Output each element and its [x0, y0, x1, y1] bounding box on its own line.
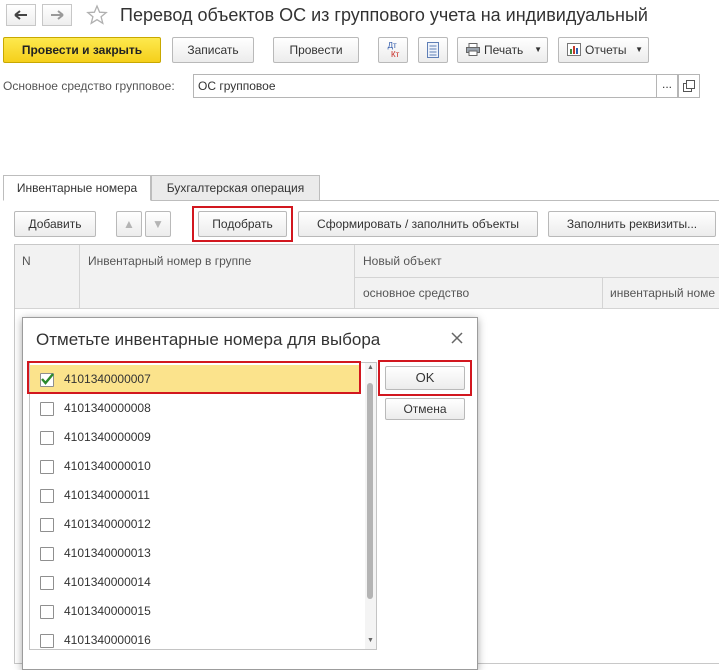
generate-objects-button[interactable]: Сформировать / заполнить объекты: [298, 211, 538, 237]
column-header-new-object[interactable]: Новый объект: [363, 254, 442, 268]
arrow-right-icon: [51, 10, 64, 20]
fill-properties-button[interactable]: Заполнить реквизиты...: [548, 211, 716, 237]
tab-accounting-operation[interactable]: Бухгалтерская операция: [151, 175, 320, 201]
list-item[interactable]: 4101340000012: [30, 510, 360, 539]
item-number: 4101340000015: [64, 604, 151, 618]
add-button[interactable]: Добавить: [14, 211, 96, 237]
report-chart-icon: [567, 43, 581, 56]
list-item[interactable]: 4101340000011: [30, 481, 360, 510]
list-item[interactable]: 4101340000010: [30, 452, 360, 481]
list-item[interactable]: 4101340000008: [30, 394, 360, 423]
arrow-up-icon: ▲: [123, 217, 135, 231]
item-number: 4101340000012: [64, 517, 151, 531]
chevron-down-icon: ▼: [534, 45, 542, 54]
page-title: Перевод объектов ОС из группового учета …: [120, 5, 648, 25]
item-number: 4101340000010: [64, 459, 151, 473]
item-number: 4101340000013: [64, 546, 151, 560]
checkbox[interactable]: [40, 402, 54, 416]
checkbox[interactable]: [40, 547, 54, 561]
checkbox[interactable]: [40, 605, 54, 619]
close-icon: [451, 332, 463, 344]
save-button[interactable]: Записать: [172, 37, 254, 63]
print-button[interactable]: Печать ▼: [457, 37, 548, 63]
list-item[interactable]: 4101340000009: [30, 423, 360, 452]
list-item[interactable]: 4101340000014: [30, 568, 360, 597]
column-header-inv-number[interactable]: инвентарный номе: [610, 286, 715, 300]
dialog-title: Отметьте инвентарные номера для выбора: [36, 330, 381, 349]
item-number: 4101340000009: [64, 430, 151, 444]
back-button[interactable]: [6, 4, 36, 26]
tab-inventory-numbers[interactable]: Инвентарные номера: [3, 175, 151, 201]
group-asset-input[interactable]: ОС групповое: [193, 74, 657, 98]
move-down-button[interactable]: ▼: [145, 211, 171, 237]
checkbox[interactable]: [40, 460, 54, 474]
scrollbar-thumb[interactable]: [367, 383, 373, 599]
favorite-star-icon[interactable]: [86, 4, 110, 26]
select-dialog: Отметьте инвентарные номера для выбора 4…: [22, 317, 478, 670]
printer-icon: [466, 43, 480, 56]
cancel-button[interactable]: Отмена: [385, 398, 465, 420]
move-up-button[interactable]: ▲: [116, 211, 142, 237]
list-item[interactable]: 4101340000015: [30, 597, 360, 626]
first-item-highlight: [27, 361, 361, 394]
open-button[interactable]: [678, 74, 700, 98]
checkbox[interactable]: [40, 634, 54, 648]
inventory-number-list: 4101340000007 4101340000008 410134000000…: [29, 362, 377, 650]
arrow-left-icon: [14, 10, 27, 20]
post-and-close-button[interactable]: Провести и закрыть: [3, 37, 161, 63]
column-header-asset[interactable]: основное средство: [363, 286, 469, 300]
list-item[interactable]: 4101340000016: [30, 626, 360, 649]
scroll-down-icon[interactable]: ▼: [367, 637, 374, 644]
document-list-icon: [427, 42, 439, 58]
dt-kt-button[interactable]: Дт Кт: [378, 37, 408, 63]
item-number: 4101340000011: [64, 488, 150, 502]
dt-kt-icon: Дт Кт: [387, 41, 400, 59]
close-button[interactable]: [447, 328, 467, 348]
structure-button[interactable]: [418, 37, 448, 63]
item-number: 4101340000008: [64, 401, 151, 415]
checkbox[interactable]: [40, 518, 54, 532]
checkbox[interactable]: [40, 489, 54, 503]
checkbox[interactable]: [40, 576, 54, 590]
scroll-up-icon[interactable]: ▲: [367, 364, 374, 371]
select-button[interactable]: ...: [656, 74, 678, 98]
item-number: 4101340000014: [64, 575, 151, 589]
item-number: 4101340000016: [64, 633, 151, 647]
group-asset-label: Основное средство групповое:: [3, 79, 175, 93]
reports-button[interactable]: Отчеты ▼: [558, 37, 649, 63]
pick-button-highlight: [192, 206, 293, 242]
column-header-inv-group[interactable]: Инвентарный номер в группе: [88, 254, 251, 268]
open-window-icon: [683, 80, 695, 92]
ok-button-highlight: [378, 360, 472, 396]
arrow-down-icon: ▼: [152, 217, 164, 231]
post-button[interactable]: Провести: [273, 37, 359, 63]
scrollbar[interactable]: ▲ ▼: [365, 363, 376, 649]
list-item[interactable]: 4101340000013: [30, 539, 360, 568]
chevron-down-icon: ▼: [635, 45, 643, 54]
column-header-n[interactable]: N: [22, 254, 31, 268]
checkbox[interactable]: [40, 431, 54, 445]
forward-button[interactable]: [42, 4, 72, 26]
